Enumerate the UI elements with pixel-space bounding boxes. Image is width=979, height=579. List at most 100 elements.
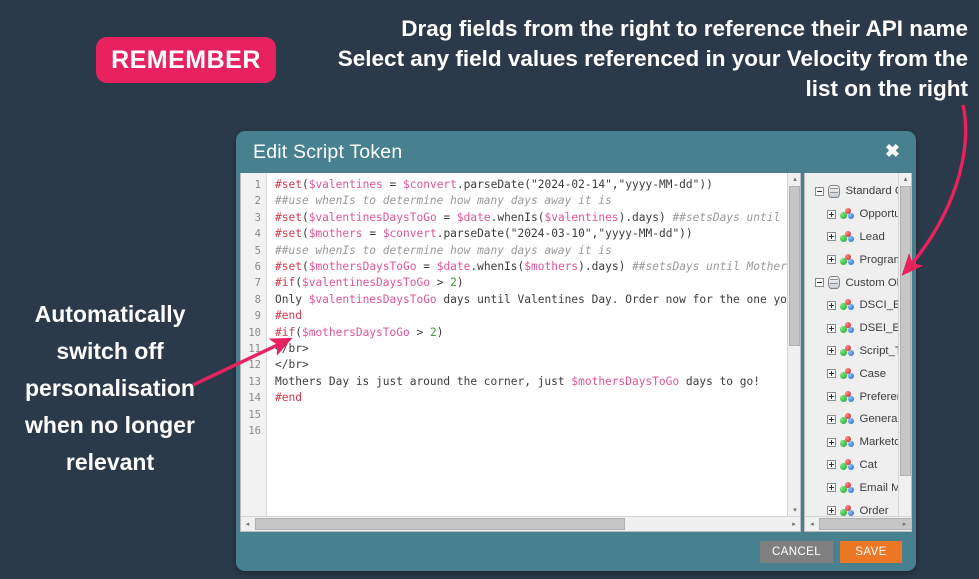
editor-scroll-region: 1 2 3 4 5 6 7 8 9 10 11 12 13 14 15 16 #set($valentines… <box>241 173 801 516</box>
tree-node[interactable]: Case <box>805 362 911 385</box>
line-number: 15 <box>248 408 261 421</box>
scroll-right-icon[interactable]: ▸ <box>898 517 911 531</box>
editor-horizontal-scrollbar[interactable]: ◂ ▸ <box>241 516 801 531</box>
tree-node[interactable]: Standard Objects <box>805 180 911 203</box>
scroll-left-icon[interactable]: ◂ <box>805 517 818 531</box>
tree-vertical-scrollbar[interactable]: ▴ ▾ <box>898 173 911 531</box>
line-number: 12 <box>248 359 261 372</box>
tree-node[interactable]: Custom Objects <box>805 271 911 294</box>
object-icon <box>840 436 855 448</box>
line-number: 7 <box>254 277 261 290</box>
expand-icon[interactable] <box>827 369 837 379</box>
line-number: 8 <box>254 293 261 306</box>
tree-node[interactable]: Lead <box>805 226 911 249</box>
line-number: 4 <box>254 228 261 241</box>
code-line: #if($valentinesDaysToGo > 2) <box>275 276 464 290</box>
dialog-title: Edit Script Token <box>253 140 403 163</box>
expand-icon[interactable] <box>827 392 837 402</box>
scrollbar-thumb[interactable] <box>789 186 801 346</box>
object-icon <box>840 367 855 380</box>
line-number: 10 <box>248 326 261 339</box>
object-icon <box>840 458 855 471</box>
code-line: #set($valentines = $convert.parseDate("2… <box>275 178 713 191</box>
collapse-icon[interactable] <box>815 186 825 196</box>
code-line: #end <box>275 391 302 405</box>
tree-scroll-region: Standard ObjectsOpportunity Lead Program M… <box>805 173 911 516</box>
editor-vertical-scrollbar[interactable]: ▴ ▾ <box>787 173 801 516</box>
expand-icon[interactable] <box>827 483 837 493</box>
cancel-button[interactable]: CANCEL <box>759 540 833 563</box>
code-line: ##use whenIs to determine how many days … <box>275 243 612 257</box>
code-line: Mothers Day is just around the corner, j… <box>275 374 760 388</box>
expand-icon[interactable] <box>827 323 837 333</box>
tree-node[interactable]: Script_Test <box>805 340 911 363</box>
line-number: 5 <box>254 244 261 257</box>
expand-icon[interactable] <box>827 437 837 447</box>
edit-script-token-dialog: Edit Script Token ✖ 1 2 3 4 5 6 7 8 9 10 11 12 13 14 1… <box>236 131 916 571</box>
code-area[interactable]: #set($valentines = $convert.parseDate("2… <box>267 173 801 516</box>
top-annotation-line-3: list on the right <box>805 76 969 101</box>
left-annotation-text: Automatically switch off personalisation… <box>4 296 216 481</box>
tree-node[interactable]: Preference <box>805 385 911 408</box>
top-annotation-line-2: Select any field values referenced in yo… <box>337 46 968 71</box>
tree-node[interactable]: DSEI_Event_Collateral <box>805 317 911 340</box>
tree-node[interactable]: Opportunity <box>805 203 911 226</box>
object-icon <box>840 504 855 516</box>
top-annotation-line-1: Drag fields from the right to reference … <box>401 16 968 41</box>
tree-node[interactable]: Marketo Score <box>805 431 911 454</box>
code-line: </br> <box>275 358 309 372</box>
line-number: 2 <box>254 195 261 208</box>
left-annotation-line-4: when no longer <box>25 412 195 438</box>
object-tree-pane: Standard ObjectsOpportunity Lead Program M… <box>804 173 912 532</box>
tree-node-label: Order <box>859 504 889 516</box>
scroll-up-icon[interactable]: ▴ <box>899 173 911 185</box>
database-icon <box>828 276 841 290</box>
expand-icon[interactable] <box>827 255 837 265</box>
scroll-left-icon[interactable]: ◂ <box>241 517 254 531</box>
scroll-down-icon[interactable]: ▾ <box>788 504 800 516</box>
line-number: 1 <box>254 179 261 191</box>
scrollbar-thumb[interactable] <box>900 186 911 476</box>
screenshot-root: REMEMBER Drag fields from the right to r… <box>0 0 979 579</box>
script-editor-pane: 1 2 3 4 5 6 7 8 9 10 11 12 13 14 15 16 #set($valentines… <box>240 173 802 532</box>
remember-badge: REMEMBER <box>96 37 276 83</box>
expand-icon[interactable] <box>827 346 837 356</box>
object-icon <box>840 413 855 425</box>
code-line: #if($mothersDaysToGo > 2) <box>275 325 444 339</box>
tree-node[interactable]: Email Message <box>805 476 911 499</box>
object-icon <box>840 208 855 220</box>
tree-node[interactable]: DSCI_Event <box>805 294 911 317</box>
code-line: </br> <box>275 342 309 356</box>
tree-node[interactable]: Order <box>805 499 911 516</box>
tree-node[interactable]: Cat <box>805 454 911 477</box>
code-line: Only $valentinesDaysToGo days until Vale… <box>275 292 801 306</box>
expand-icon[interactable] <box>827 506 837 516</box>
left-annotation-line-1: Automatically <box>34 301 186 327</box>
collapse-icon[interactable] <box>815 278 825 288</box>
expand-icon[interactable] <box>827 209 837 219</box>
tree-horizontal-scrollbar[interactable]: ◂ ▸ <box>805 516 912 531</box>
expand-icon[interactable] <box>827 460 837 470</box>
save-button[interactable]: SAVE <box>840 540 902 563</box>
code-line: #set($valentinesDaysToGo = $date.whenIs(… <box>275 210 801 224</box>
expand-icon[interactable] <box>827 414 837 424</box>
left-annotation-line-3: personalisation <box>25 375 195 401</box>
expand-icon[interactable] <box>827 300 837 310</box>
scroll-right-icon[interactable]: ▸ <box>787 517 800 531</box>
left-annotation-line-2: switch off <box>56 338 164 364</box>
line-number: 6 <box>254 261 261 274</box>
tree-node[interactable]: General_Purpose_Object_Fetc <box>805 408 911 431</box>
tree-node[interactable]: Program Membership <box>805 248 911 271</box>
close-icon[interactable]: ✖ <box>885 142 900 160</box>
line-number: 11 <box>248 343 261 356</box>
object-icon <box>840 344 855 357</box>
scrollbar-thumb[interactable] <box>255 518 625 530</box>
expand-icon[interactable] <box>827 232 837 242</box>
scroll-up-icon[interactable]: ▴ <box>788 173 800 185</box>
line-number: 16 <box>248 425 261 438</box>
dialog-body: 1 2 3 4 5 6 7 8 9 10 11 12 13 14 15 16 #set($valentines… <box>236 173 916 532</box>
code-line: ##use whenIs to determine how many days … <box>275 194 612 208</box>
object-icon <box>840 390 855 403</box>
tree-node-label: Cat <box>859 458 878 471</box>
